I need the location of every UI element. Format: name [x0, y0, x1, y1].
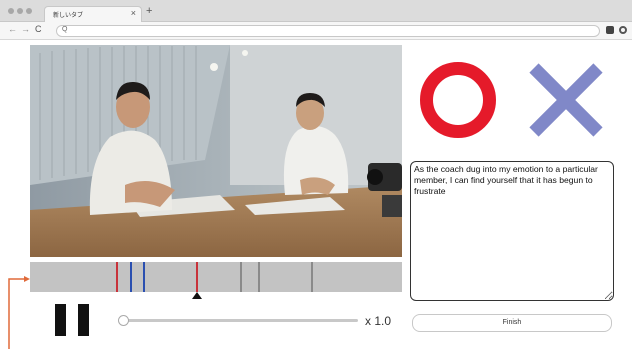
search-icon: Q: [62, 26, 68, 33]
tab-title: 新しいタブ: [53, 13, 84, 19]
address-bar[interactable]: Q: [56, 25, 600, 37]
pause-icon-bar: [78, 304, 89, 336]
profile-icon[interactable]: [606, 26, 614, 34]
tab-close-icon[interactable]: ×: [131, 8, 136, 18]
timeline-marker[interactable]: [240, 262, 242, 292]
pause-icon: [55, 304, 66, 336]
new-tab-button[interactable]: +: [146, 5, 152, 17]
forward-icon[interactable]: →: [21, 24, 30, 34]
timeline-marker[interactable]: [258, 262, 260, 292]
timeline-marker[interactable]: [130, 262, 132, 292]
annotation-timeline[interactable]: [30, 262, 402, 292]
timeline-marker[interactable]: [311, 262, 313, 292]
playback-speed-label[interactable]: x 1.0: [365, 314, 391, 328]
browser-tab-bar: 新しいタブ × +: [0, 0, 632, 22]
reload-icon[interactable]: C: [35, 24, 42, 34]
timeline-marker[interactable]: [196, 262, 198, 292]
browser-tab[interactable]: 新しいタブ ×: [44, 6, 142, 22]
video-frame[interactable]: [30, 45, 402, 257]
timeline-marker[interactable]: [143, 262, 145, 292]
minimize-window-dot[interactable]: [17, 8, 23, 14]
close-window-dot[interactable]: [8, 8, 14, 14]
pause-button[interactable]: [55, 304, 89, 336]
video-image: [30, 45, 402, 257]
zoom-window-dot[interactable]: [26, 8, 32, 14]
slider-knob[interactable]: [118, 315, 129, 326]
settings-icon[interactable]: [619, 26, 627, 34]
finish-button[interactable]: Finish: [412, 314, 612, 332]
back-icon[interactable]: ←: [8, 24, 17, 34]
circle-icon[interactable]: [420, 62, 496, 138]
browser-toolbar: ← → C Q: [0, 22, 632, 40]
timeline-marker[interactable]: [116, 262, 118, 292]
comment-textarea[interactable]: As the coach dug into my emotion to a pa…: [410, 161, 614, 301]
playback-slider[interactable]: [118, 314, 358, 328]
cross-icon[interactable]: [526, 60, 606, 140]
timeline-cursor-icon[interactable]: [192, 292, 202, 299]
slider-track: [122, 319, 358, 322]
